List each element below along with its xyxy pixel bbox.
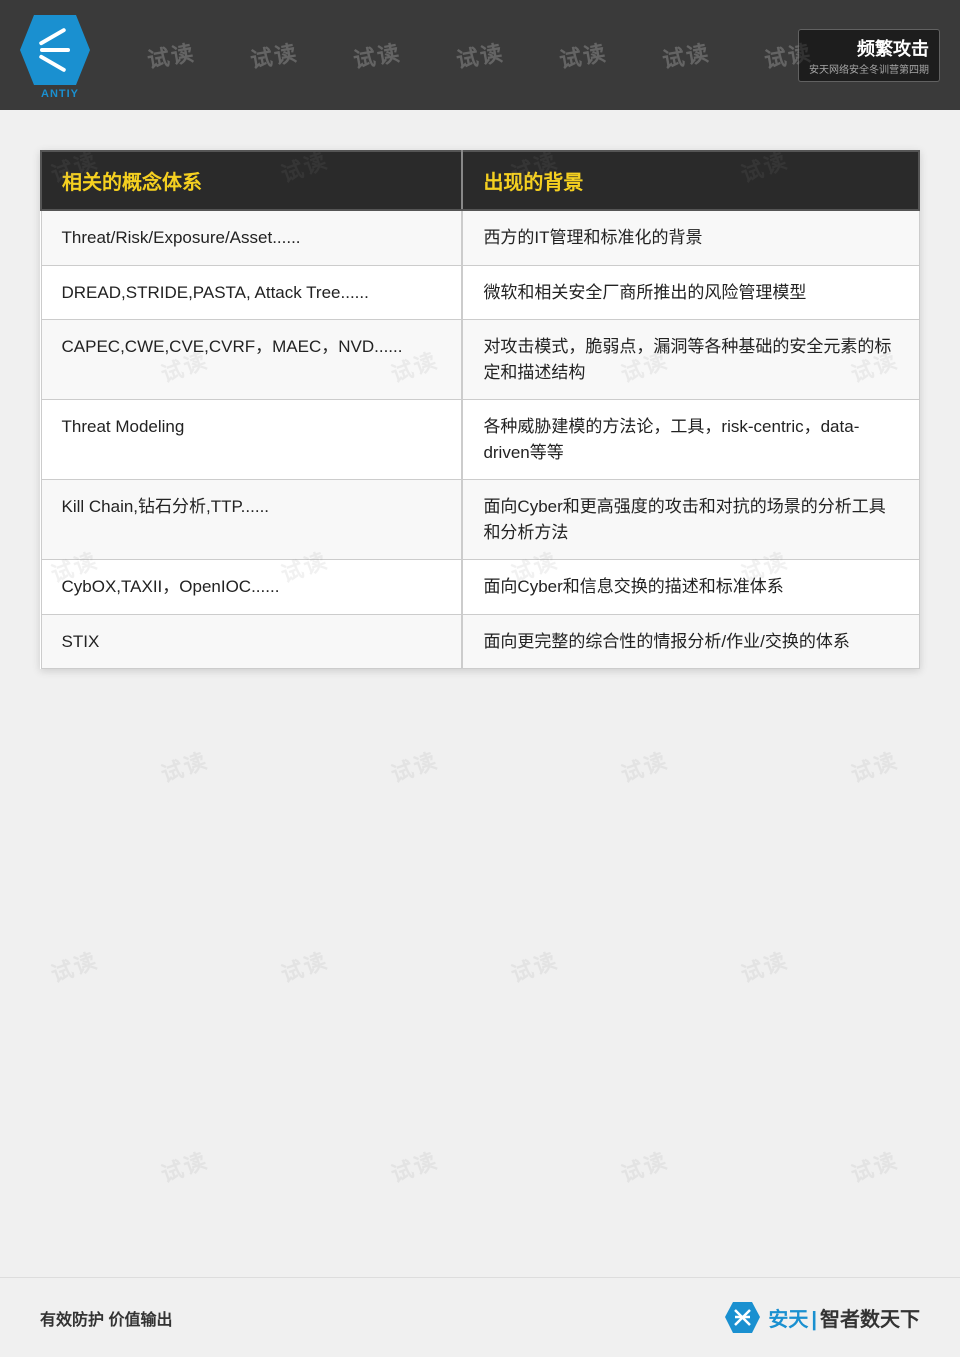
watermark-13: 试读	[386, 743, 442, 789]
logo-line-3	[39, 54, 67, 72]
watermark-23: 试读	[846, 1143, 902, 1189]
watermark-20: 试读	[156, 1143, 212, 1189]
watermark-22: 试读	[616, 1143, 672, 1189]
watermark-18: 试读	[506, 943, 562, 989]
table-row: CAPEC,CWE,CVE,CVRF，MAEC，NVD......对攻击模式，脆…	[41, 320, 919, 400]
footer-right: 安天|智者数天下	[725, 1300, 920, 1335]
header-logo: ANTIY	[20, 15, 100, 95]
watermark-16: 试读	[46, 943, 102, 989]
watermark-19: 试读	[736, 943, 792, 989]
table-row: Threat Modeling各种威胁建模的方法论，工具，risk-centri…	[41, 400, 919, 480]
logo-text: ANTIY	[20, 88, 100, 100]
watermark-21: 试读	[386, 1143, 442, 1189]
table-row: Kill Chain,钻石分析,TTP......面向Cyber和更高强度的攻击…	[41, 480, 919, 560]
table-cell-right-2: 对攻击模式，脆弱点，漏洞等各种基础的安全元素的标定和描述结构	[462, 320, 919, 400]
brand-name: 频繁攻击	[809, 35, 929, 61]
table-cell-right-4: 面向Cyber和更高强度的攻击和对抗的场景的分析工具和分析方法	[462, 480, 919, 560]
table-row: DREAD,STRIDE,PASTA, Attack Tree......微软和…	[41, 265, 919, 320]
table-header-row: 相关的概念体系 出现的背景	[41, 151, 919, 210]
footer-brand: 安天|智者数天下	[768, 1303, 920, 1332]
table-row: CybOX,TAXII，OpenIOC......面向Cyber和信息交换的描述…	[41, 560, 919, 615]
table-cell-right-5: 面向Cyber和信息交换的描述和标准体系	[462, 560, 919, 615]
header-wm-4: 试读	[454, 35, 507, 75]
table-cell-right-1: 微软和相关安全厂商所推出的风险管理模型	[462, 265, 919, 320]
footer-brand-cn: 安天	[768, 1309, 808, 1331]
table-cell-left-0: Threat/Risk/Exposure/Asset......	[41, 210, 462, 265]
table-cell-left-1: DREAD,STRIDE,PASTA, Attack Tree......	[41, 265, 462, 320]
table-cell-left-6: STIX	[41, 614, 462, 669]
header-wm-6: 试读	[659, 35, 712, 75]
logo-line-1	[39, 27, 67, 45]
main-table: 相关的概念体系 出现的背景 Threat/Risk/Exposure/Asset…	[40, 150, 920, 669]
table-row: Threat/Risk/Exposure/Asset......西方的IT管理和…	[41, 210, 919, 265]
header-wm-3: 试读	[351, 35, 404, 75]
header: ANTIY 试读 试读 试读 试读 试读 试读 试读 频繁攻击 安天网络安全冬训…	[0, 0, 960, 110]
table-cell-left-5: CybOX,TAXII，OpenIOC......	[41, 560, 462, 615]
col2-header: 出现的背景	[462, 151, 919, 210]
table-cell-right-6: 面向更完整的综合性的情报分析/作业/交换的体系	[462, 614, 919, 669]
table-cell-left-2: CAPEC,CWE,CVE,CVRF，MAEC，NVD......	[41, 320, 462, 400]
table-cell-left-3: Threat Modeling	[41, 400, 462, 480]
col1-header: 相关的概念体系	[41, 151, 462, 210]
table-cell-right-3: 各种威胁建模的方法论，工具，risk-centric，data-driven等等	[462, 400, 919, 480]
watermark-14: 试读	[616, 743, 672, 789]
logo-line-2	[40, 48, 70, 52]
footer-left-text: 有效防护 价值输出	[40, 1306, 172, 1330]
table-cell-right-0: 西方的IT管理和标准化的背景	[462, 210, 919, 265]
footer-logo-icon	[725, 1300, 760, 1335]
header-wm-1: 试读	[145, 35, 198, 75]
table-row: STIX面向更完整的综合性的情报分析/作业/交换的体系	[41, 614, 919, 669]
brand-sub: 安天网络安全冬训营第四期	[809, 61, 929, 76]
footer-brand-sub: 智者数天下	[820, 1309, 920, 1331]
main-content: 相关的概念体系 出现的背景 Threat/Risk/Exposure/Asset…	[0, 110, 960, 699]
footer: 有效防护 价值输出 安天|智者数天下	[0, 1277, 960, 1357]
header-wm-2: 试读	[248, 35, 301, 75]
watermark-17: 试读	[276, 943, 332, 989]
header-wm-5: 试读	[556, 35, 609, 75]
watermark-12: 试读	[156, 743, 212, 789]
header-right-logo: 频繁攻击 安天网络安全冬训营第四期	[798, 29, 940, 82]
table-cell-left-4: Kill Chain,钻石分析,TTP......	[41, 480, 462, 560]
watermark-15: 试读	[846, 743, 902, 789]
